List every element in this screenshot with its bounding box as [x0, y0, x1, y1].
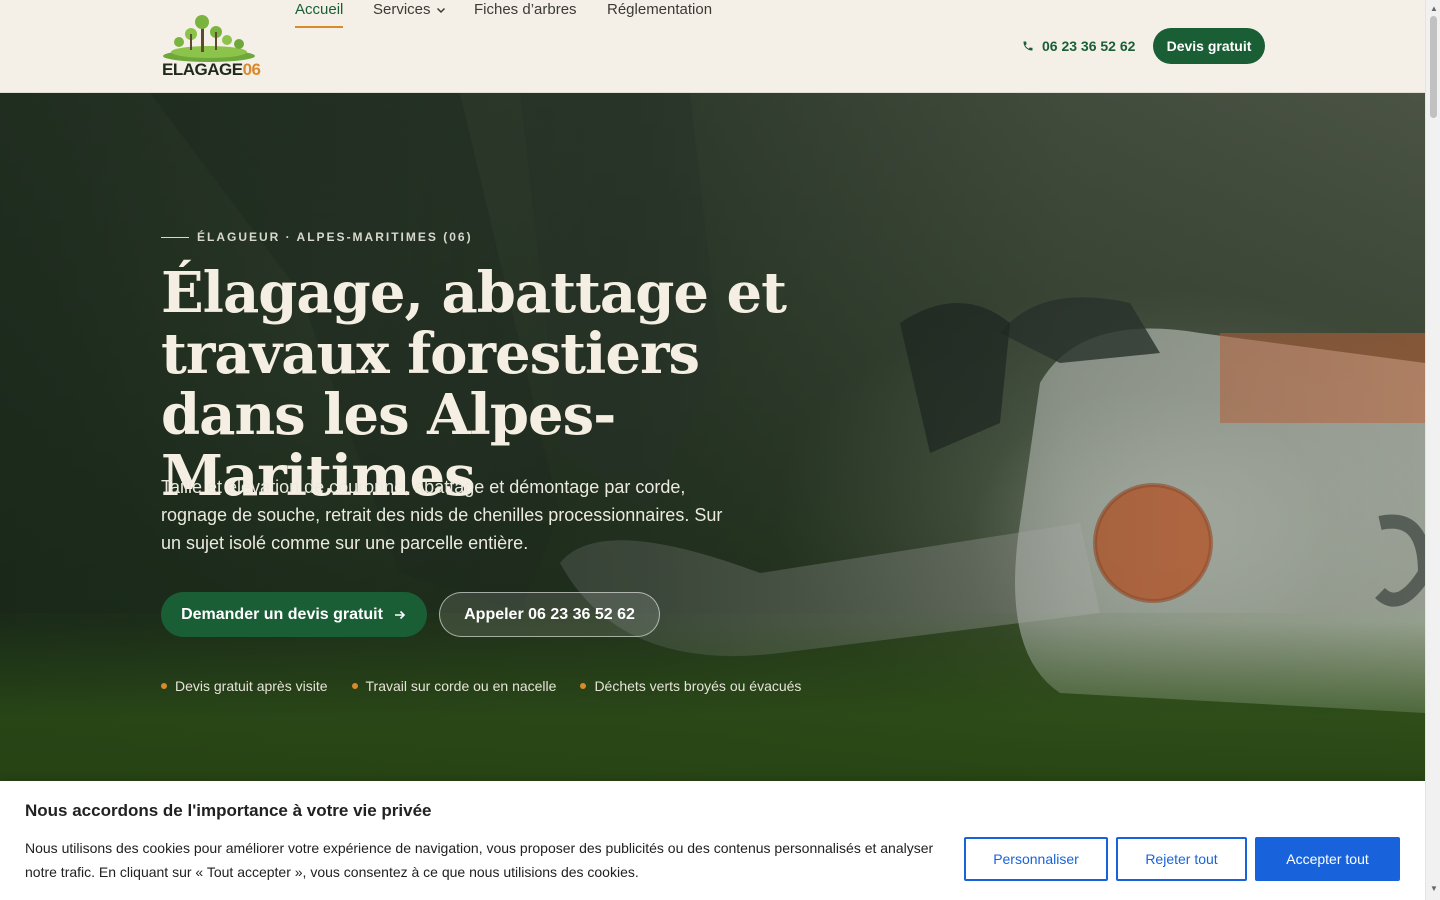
- request-quote-button[interactable]: Demander un devis gratuit: [161, 592, 427, 637]
- scroll-up-arrow-icon[interactable]: ▲: [1430, 4, 1438, 13]
- reject-all-button[interactable]: Rejeter tout: [1116, 837, 1247, 881]
- request-quote-label: Demander un devis gratuit: [181, 605, 383, 623]
- bullet-item: Devis gratuit après visite: [161, 678, 328, 694]
- nav-item-reglementation[interactable]: Réglementation: [607, 0, 712, 28]
- bullet-item: Déchets verts broyés ou évacués: [580, 678, 801, 694]
- hero-bullets: Devis gratuit après visite Travail sur c…: [161, 678, 801, 694]
- header-phone-number: 06 23 36 52 62: [1042, 38, 1136, 54]
- nav-item-services[interactable]: Services: [373, 0, 446, 28]
- logo-tree-icon: [163, 15, 255, 62]
- bullet-dot-icon: [580, 683, 587, 689]
- bullet-text: Devis gratuit après visite: [175, 678, 328, 694]
- arrow-right-icon: [394, 610, 406, 619]
- hero-grass-gradient: [0, 621, 1425, 781]
- bullet-text: Travail sur corde ou en nacelle: [365, 678, 557, 694]
- logo-text: ELAGAGE06: [162, 60, 261, 79]
- scroll-thumb[interactable]: [1430, 16, 1437, 118]
- cookie-title: Nous accordons de l'importance à votre v…: [25, 801, 432, 820]
- hero-eyebrow: ÉLAGUEUR · ALPES-MARITIMES (06): [161, 230, 473, 244]
- site-header: ELAGAGE06 Accueil Services Fiches d’arbr…: [0, 0, 1425, 93]
- header-devis-button[interactable]: Devis gratuit: [1153, 28, 1265, 64]
- eyebrow-text: ÉLAGUEUR · ALPES-MARITIMES (06): [197, 230, 473, 244]
- scrollbar[interactable]: ▲ ▼: [1425, 0, 1440, 900]
- bullet-dot-icon: [351, 683, 358, 689]
- nav-item-accueil[interactable]: Accueil: [295, 0, 344, 28]
- bullet-text: Déchets verts broyés ou évacués: [594, 678, 802, 694]
- scroll-down-arrow-icon[interactable]: ▼: [1430, 884, 1438, 893]
- logo[interactable]: ELAGAGE06: [161, 12, 261, 79]
- accept-all-button[interactable]: Accepter tout: [1255, 837, 1400, 881]
- header-phone-link[interactable]: 06 23 36 52 62: [1022, 36, 1135, 56]
- hero-section: ÉLAGUEUR · ALPES-MARITIMES (06) Élagage,…: [0, 93, 1425, 781]
- nav-item-fiches[interactable]: Fiches d’arbres: [474, 0, 577, 28]
- cookie-banner: Nous accordons de l'importance à votre v…: [0, 781, 1425, 900]
- bullet-dot-icon: [161, 683, 167, 689]
- hero-title: Élagage, abattage et travaux forestiers …: [161, 260, 787, 509]
- call-button[interactable]: Appeler 06 23 36 52 62: [439, 592, 660, 637]
- phone-icon: [1023, 41, 1033, 51]
- hero-subtitle: Taille et élévation de couronne, abattag…: [161, 477, 723, 553]
- customize-cookies-button[interactable]: Personnaliser: [964, 837, 1108, 881]
- chevron-down-icon: [436, 8, 445, 14]
- eyebrow-line: [161, 236, 189, 238]
- cookie-text: Nous utilisons des cookies pour améliore…: [25, 840, 934, 880]
- nav-item-services-label: Services: [373, 1, 431, 18]
- bullet-item: Travail sur corde ou en nacelle: [351, 678, 557, 694]
